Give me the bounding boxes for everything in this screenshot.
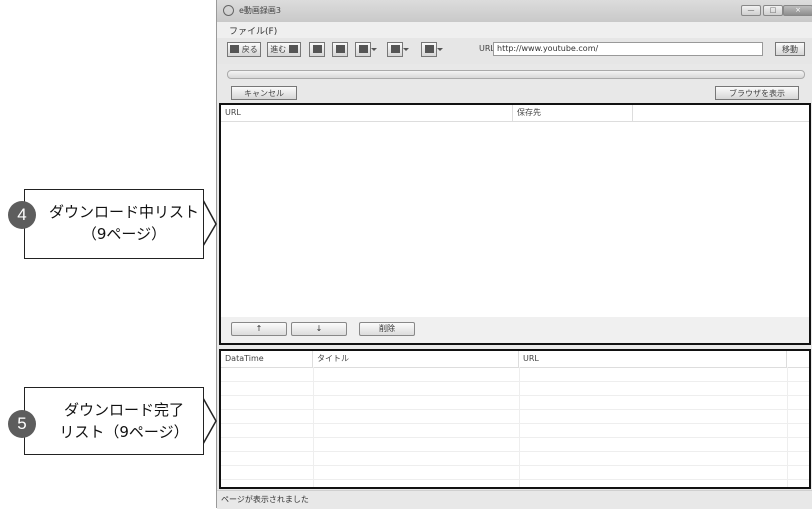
callout-5-number-badge: 5 (8, 410, 36, 438)
callout-5-line1: ダウンロード完了 (63, 401, 184, 419)
callout-downloading-list: ダウンロード中リスト （9ページ） (24, 189, 204, 259)
callout-4-line1: ダウンロード中リスト (48, 203, 199, 221)
callout-4-line2: （9ページ） (81, 225, 167, 243)
callout-4-number-badge: 4 (8, 201, 36, 229)
callout-5-line2: リスト（9ページ） (59, 423, 189, 441)
callout-completed-list: ダウンロード完了 リスト（9ページ） (24, 387, 204, 455)
